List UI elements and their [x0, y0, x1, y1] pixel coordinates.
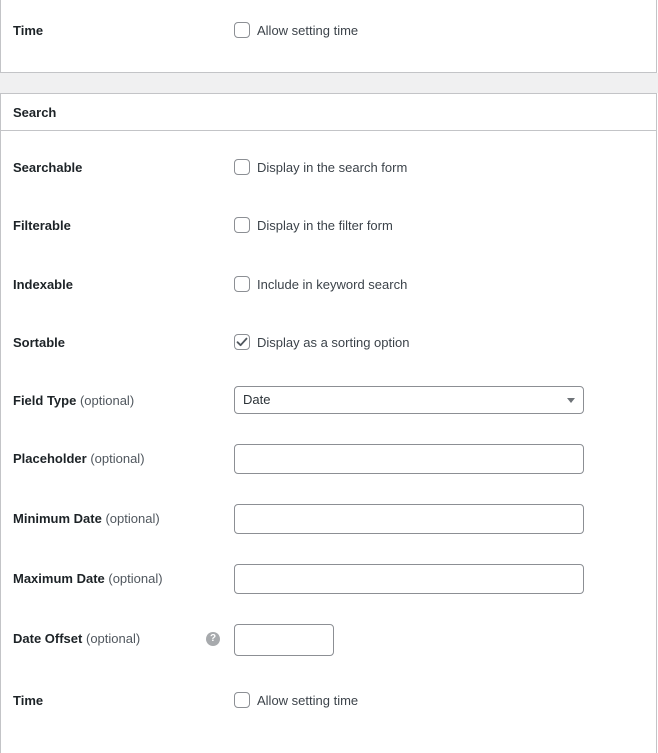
search-time-label: Time [13, 693, 44, 708]
date-offset-input[interactable] [234, 624, 334, 656]
placeholder-optional: (optional) [90, 451, 145, 466]
field-type-select[interactable]: Date [234, 386, 584, 414]
placeholder-label: Placeholder (optional) [13, 449, 145, 469]
sortable-row: Sortable Display as a sorting option [1, 333, 656, 353]
searchable-checkbox[interactable] [234, 159, 250, 175]
time-row: Time Allow setting time [1, 21, 656, 41]
indexable-checkbox[interactable] [234, 276, 250, 292]
time-checkbox[interactable] [234, 22, 250, 38]
chevron-down-icon [567, 398, 575, 403]
checkmark-icon [236, 337, 248, 347]
maximum-date-label: Maximum Date (optional) [13, 569, 163, 589]
field-type-label-text: Field Type [13, 393, 77, 408]
minimum-date-input[interactable] [234, 504, 584, 534]
indexable-row: Indexable Include in keyword search [1, 275, 656, 295]
placeholder-input[interactable] [234, 444, 584, 474]
searchable-row: Searchable Display in the search form [1, 158, 656, 178]
maximum-date-optional: (optional) [108, 571, 163, 586]
filterable-label: Filterable [13, 218, 71, 233]
date-offset-optional: (optional) [85, 631, 141, 646]
search-time-checkbox-label[interactable]: Allow setting time [257, 691, 358, 711]
sortable-checkbox-label[interactable]: Display as a sorting option [257, 333, 409, 353]
maximum-date-label-text: Maximum Date [13, 571, 105, 586]
search-time-checkbox[interactable] [234, 692, 250, 708]
search-settings-panel: Search Searchable Display in the search … [0, 93, 657, 753]
date-offset-label-text: Date Offset [13, 631, 83, 646]
filterable-row: Filterable Display in the filter form [1, 216, 656, 236]
maximum-date-input[interactable] [234, 564, 584, 594]
help-icon[interactable]: ? [206, 632, 220, 646]
filterable-checkbox[interactable] [234, 217, 250, 233]
field-type-label: Field Type (optional) [13, 391, 134, 411]
time-label: Time [13, 23, 44, 38]
time-checkbox-label[interactable]: Allow setting time [257, 21, 358, 41]
indexable-checkbox-label[interactable]: Include in keyword search [257, 275, 407, 295]
sortable-label: Sortable [13, 335, 66, 350]
searchable-label: Searchable [13, 160, 83, 175]
minimum-date-label-text: Minimum Date [13, 511, 102, 526]
indexable-label: Indexable [13, 277, 73, 292]
date-offset-label: Date Offset (optional) [13, 629, 140, 649]
minimum-date-label: Minimum Date (optional) [13, 509, 160, 529]
search-time-row: Time Allow setting time [1, 691, 656, 711]
search-section-title: Search [13, 105, 57, 120]
field-type-optional: (optional) [79, 393, 135, 408]
field-type-value: Date [243, 392, 271, 407]
searchable-checkbox-label[interactable]: Display in the search form [257, 158, 407, 178]
time-settings-panel: Time Allow setting time [0, 0, 657, 73]
placeholder-label-text: Placeholder [13, 451, 87, 466]
panel-gap [0, 73, 658, 93]
minimum-date-optional: (optional) [105, 511, 160, 526]
sortable-checkbox[interactable] [234, 334, 250, 350]
filterable-checkbox-label[interactable]: Display in the filter form [257, 216, 393, 236]
search-section-header: Search [1, 94, 656, 131]
